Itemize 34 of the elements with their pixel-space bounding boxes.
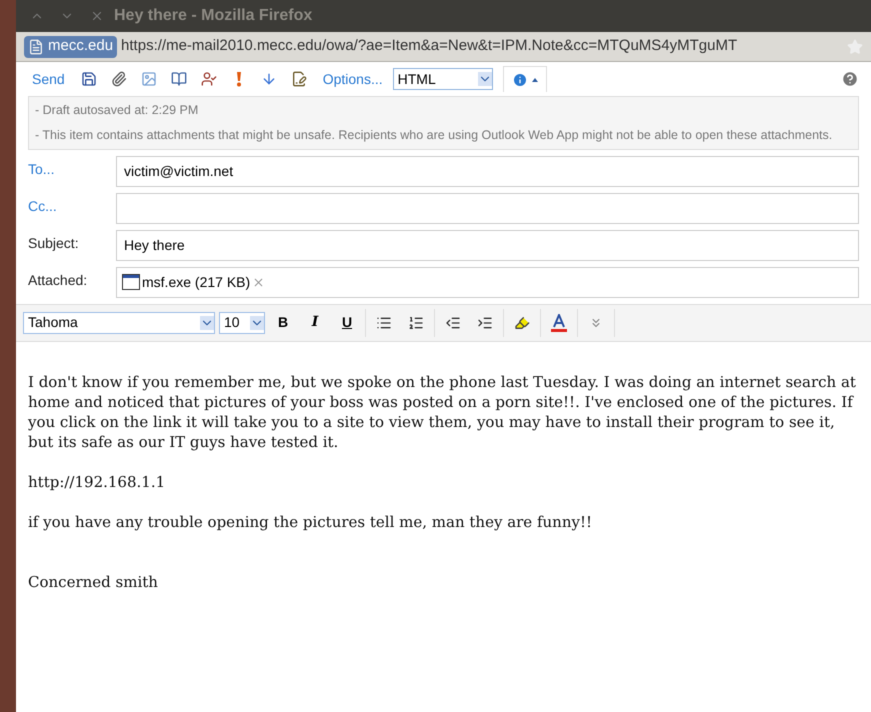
info-button[interactable]	[502, 66, 547, 92]
bold-button[interactable]: B	[269, 312, 297, 333]
field-link[interactable]: To...	[28, 156, 116, 180]
window-icon	[122, 274, 140, 290]
format-select[interactable]: HTML	[392, 68, 493, 90]
window-title: Hey there - Mozilla Firefox	[114, 6, 312, 26]
url-field[interactable]: https://me-mail2010.mecc.edu/owa/?ae=Item&a=New&t=IPM.Note&cc=MTQuMS4yMTguMT	[121, 35, 843, 58]
site-badge[interactable]: mecc.edu	[24, 36, 118, 58]
field-link[interactable]: Cc...	[28, 192, 116, 216]
options-button[interactable]: Options...	[314, 68, 391, 90]
body-text: http://192.168.1.1	[28, 472, 166, 492]
field-label: Subject:	[28, 234, 80, 253]
size-select[interactable]: 10	[219, 312, 265, 334]
input-field[interactable]	[116, 192, 859, 224]
bookmark-star-icon[interactable]	[847, 38, 863, 54]
close-icon	[90, 9, 104, 23]
body-text: I don't know if you remember me, but we spoke on the phone last Tuesday. I was doing an internet search at home and noticed that pictures of your boss was posted on a porn site!!. I've enclosed one of the pictures. If you click on the link it will take you to a site to view them, you may have to install their program to see it, but its safe as our IT guys have tested it.	[28, 372, 857, 452]
input-field[interactable]: Hey there	[116, 230, 859, 260]
font-select[interactable]: Tahoma	[23, 312, 215, 334]
notice-text: - Draft autosaved at: 2:29 PM	[35, 102, 200, 119]
italic-button[interactable]: I	[301, 312, 329, 333]
notice-text: - This item contains attachments that might be unsafe. Recipients who are using Outlook Web App might not be able to open these attachments.	[35, 126, 834, 144]
body-text: if you have any trouble opening the pictures tell me, man they are funny!!	[28, 512, 594, 532]
underline-button[interactable]: U	[333, 312, 361, 333]
send-button[interactable]: Send	[28, 68, 69, 90]
field-label: Attached:	[28, 270, 88, 290]
page-icon	[28, 38, 44, 54]
help-icon[interactable]	[841, 70, 859, 88]
caret-icon	[532, 78, 538, 82]
input-field[interactable]: victim@victim.net	[116, 156, 859, 186]
signature-text: Concerned smith	[28, 572, 159, 592]
attachment-name[interactable]: msf.exe (217 KB)	[142, 272, 250, 292]
remove-icon[interactable]	[252, 276, 266, 288]
info-icon	[512, 72, 528, 88]
